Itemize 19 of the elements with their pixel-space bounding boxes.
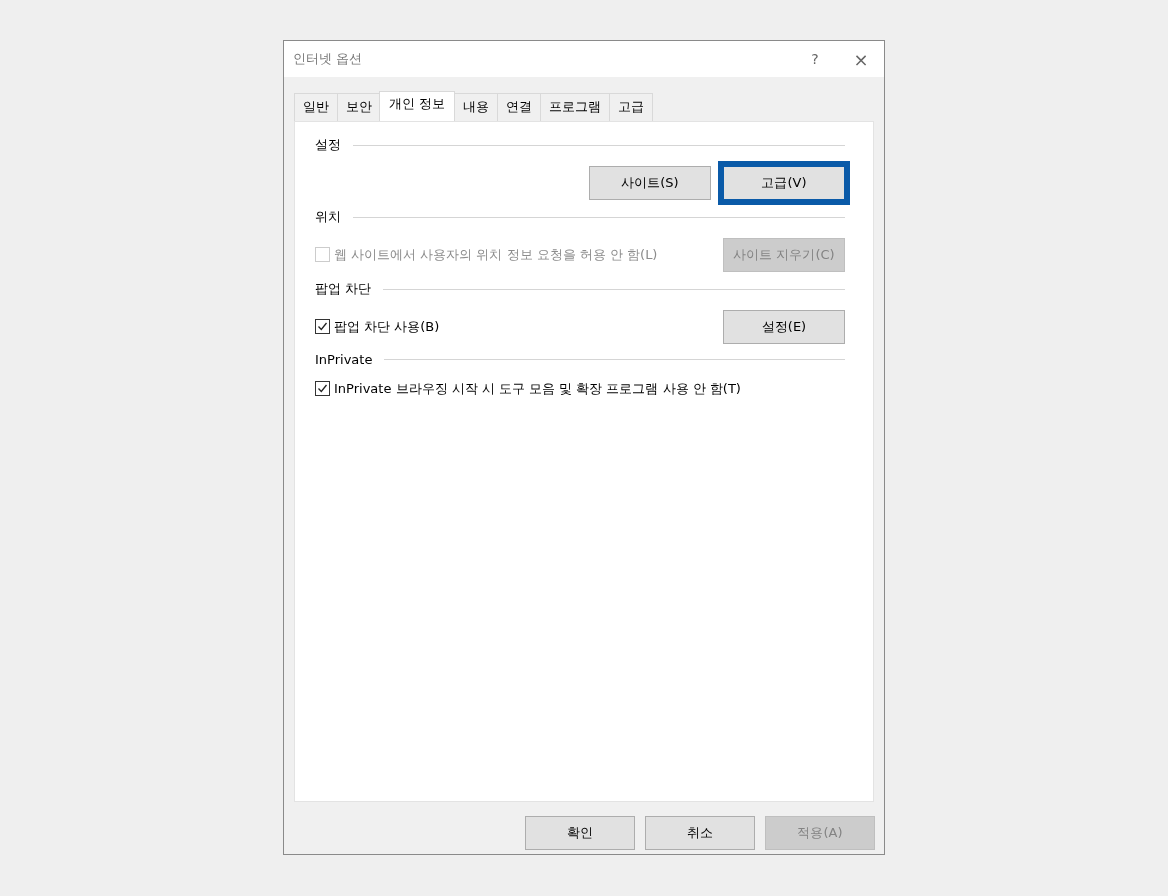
section-title: 설정 [315,136,341,154]
dialog-button[interactable]: 사이트(S) [589,166,711,200]
dialog-button[interactable]: 취소 [645,816,755,850]
help-button[interactable]: ? [792,41,838,77]
section-title: 팝업 차단 [315,280,372,298]
dialog-button[interactable]: 확인 [525,816,635,850]
window-title: 인터넷 옵션 [293,50,364,68]
checkbox[interactable] [315,319,330,334]
checkbox-label: InPrivate 브라우징 시작 시 도구 모음 및 확장 프로그램 사용 안 함(T) [334,380,741,398]
section-title: InPrivate [315,352,373,367]
close-button[interactable]: × [838,41,884,77]
checkbox-label: 팝업 차단 사용(B) [334,318,441,336]
tab[interactable]: 개인 정보 [379,91,456,121]
checkbox-label: 웹 사이트에서 사용자의 위치 정보 요청을 허용 안 함(L) [334,246,659,264]
dialog-button[interactable]: 설정(E) [723,310,845,344]
section-title: 위치 [315,208,341,226]
tab[interactable]: 일반 [294,93,338,121]
checkbox[interactable] [315,381,330,396]
tab[interactable]: 고급 [609,93,654,121]
